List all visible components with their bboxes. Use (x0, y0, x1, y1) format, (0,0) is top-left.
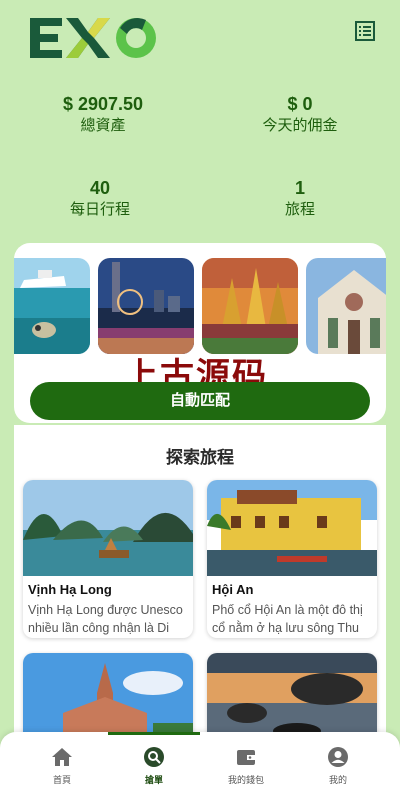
nav-active-indicator (108, 732, 200, 735)
nav-label: 搶單 (144, 775, 163, 785)
stat-today-commission: $ 0 今天的佣金 (200, 92, 400, 136)
stat-value: $ 0 (287, 94, 313, 114)
home-icon (52, 748, 72, 766)
nav-item-wallet[interactable]: 我的錢包 (196, 746, 296, 786)
nav-item-grab-order[interactable]: 搶單 (104, 746, 204, 786)
carousel-image-cathedral[interactable] (306, 258, 386, 354)
stat-label: 總資產 (80, 117, 126, 134)
trip-description: Phố cổ Hội An là một đô thị cổ nằm ở hạ … (212, 603, 363, 635)
stat-value: 40 (89, 178, 111, 198)
auto-match-button[interactable]: 自動匹配 (30, 382, 370, 420)
stat-trips: 1 旅程 (200, 176, 400, 220)
wallet-icon (237, 750, 255, 765)
header (0, 0, 400, 80)
trip-card-ha-long[interactable]: Vịnh Hạ Long Vịnh Hạ Long được Unesco nh… (23, 480, 193, 638)
stat-value: $ 2907.50 (62, 94, 144, 114)
nav-label: 首頁 (52, 775, 71, 785)
exo-logo (30, 18, 156, 58)
carousel-image-temple[interactable] (202, 258, 298, 354)
nav-item-profile[interactable]: 我的 (288, 746, 388, 786)
trip-name: Vịnh Hạ Long (28, 582, 112, 597)
destination-carousel[interactable] (14, 258, 386, 356)
trip-name: Hội An (212, 582, 254, 597)
explore-title: 探索旅程 (166, 448, 234, 467)
stat-label: 旅程 (284, 201, 315, 218)
list-menu-icon[interactable] (354, 20, 376, 42)
account-icon (328, 747, 348, 767)
trip-photo (23, 480, 193, 576)
stat-label: 今天的佣金 (262, 117, 338, 134)
stat-total-assets: $ 2907.50 總資產 (3, 92, 203, 136)
carousel-image-boat[interactable] (14, 258, 90, 354)
nav-label: 我的 (328, 775, 347, 785)
nav-item-home[interactable]: 首頁 (12, 746, 112, 786)
stat-label: 每日行程 (69, 201, 130, 218)
stat-value: 1 (294, 178, 305, 198)
trip-photo (207, 480, 377, 576)
carousel-image-city-night[interactable] (98, 258, 194, 354)
stat-daily-trips: 40 每日行程 (0, 176, 200, 220)
trip-card-hoi-an[interactable]: Hội An Phố cổ Hội An là một đô thị cổ nằ… (207, 480, 377, 638)
search-location-icon (144, 747, 164, 767)
trip-description: Vịnh Hạ Long được Unesco nhiều lần công … (28, 603, 183, 635)
nav-label: 我的錢包 (227, 775, 264, 785)
